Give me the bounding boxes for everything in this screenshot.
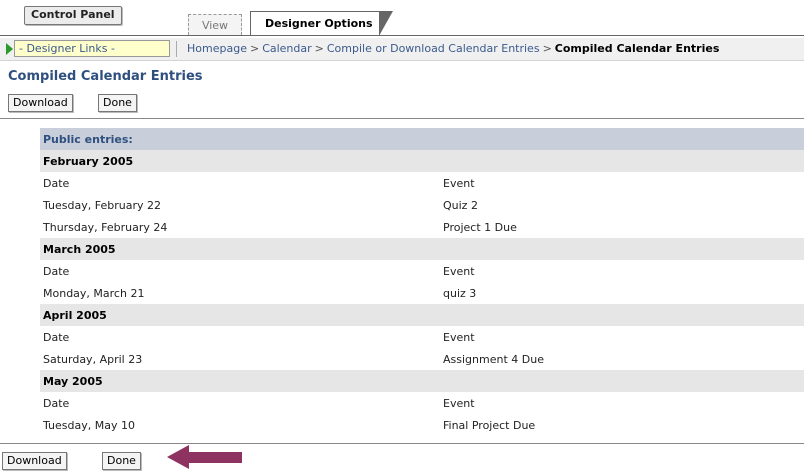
entry-event: Project 1 Due [443,220,517,234]
event-column-header: Event [443,396,475,410]
section-header-row: Public entries: [40,128,804,150]
top-divider [0,118,804,119]
entry-event: Quiz 2 [443,198,478,212]
month-row: April 2005 [40,304,804,326]
breadcrumb-separator: > [249,42,260,55]
column-header-row: Date Event [40,326,804,348]
tab-designer-options[interactable]: Designer Options [250,11,393,36]
designer-links-select[interactable]: - Designer Links - [14,40,170,57]
entry-date: Tuesday, February 22 [43,198,161,212]
entry-date: Monday, March 21 [43,286,145,300]
breadcrumb-separator: > [542,42,552,55]
entry-date: Thursday, February 24 [43,220,168,234]
month-row: March 2005 [40,238,804,260]
entry-event: quiz 3 [443,286,477,300]
entry-date: Tuesday, May 10 [43,418,135,432]
table-row: Tuesday, May 10 Final Project Due [40,414,804,436]
public-entries-label: Public entries: [40,128,804,150]
date-column-header: Date [43,396,70,410]
column-header-row: Date Event [40,172,804,194]
calendar-entries-table: Public entries: February 2005 Date Event… [40,128,804,436]
date-column-header: Date [43,176,70,190]
event-column-header: Event [443,264,475,278]
page-title: Compiled Calendar Entries [8,69,203,84]
control-panel-button[interactable]: Control Panel [24,6,122,25]
entry-event: Final Project Due [443,418,536,432]
download-button-bottom[interactable]: Download [2,452,67,470]
table-row: Tuesday, February 22 Quiz 2 [40,194,804,216]
breadcrumb-calendar[interactable]: Calendar [262,42,311,55]
month-row: February 2005 [40,150,804,172]
entry-date: Saturday, April 23 [43,352,143,366]
arrow-head [167,445,189,469]
green-play-arrow-icon[interactable] [6,43,13,55]
tab-underline [0,35,804,36]
date-column-header: Date [43,330,70,344]
month-label: February 2005 [40,150,804,172]
breadcrumb: Homepage > Calendar > Compile or Download Ca… [187,42,719,55]
breadcrumb-separator: > [314,42,324,55]
download-button-top[interactable]: Download [8,94,73,112]
month-label: May 2005 [40,370,804,392]
top-bar: Control Panel View Designer Options [0,0,804,36]
bottom-divider [0,443,804,444]
event-column-header: Event [443,176,475,190]
entry-event: Assignment 4 Due [443,352,544,366]
month-label: March 2005 [40,238,804,260]
breadcrumb-homepage[interactable]: Homepage [187,42,247,55]
column-header-row: Date Event [40,260,804,282]
event-column-header: Event [443,330,475,344]
month-row: May 2005 [40,370,804,392]
done-button-bottom[interactable]: Done [102,452,141,470]
breadcrumb-compile-download[interactable]: Compile or Download Calendar Entries [327,42,540,55]
table-row: Thursday, February 24 Project 1 Due [40,216,804,238]
column-header-row: Date Event [40,392,804,414]
date-column-header: Date [43,264,70,278]
links-divider [176,41,177,57]
breadcrumb-current: Compiled Calendar Entries [554,42,720,55]
done-button-top[interactable]: Done [98,94,137,112]
arrow-shaft [188,452,242,463]
links-row: - Designer Links - Homepage > Calendar > Com… [0,38,804,61]
table-row: Saturday, April 23 Assignment 4 Due [40,348,804,370]
month-label: April 2005 [40,304,804,326]
tab-view[interactable]: View [188,14,242,35]
table-row: Monday, March 21 quiz 3 [40,282,804,304]
